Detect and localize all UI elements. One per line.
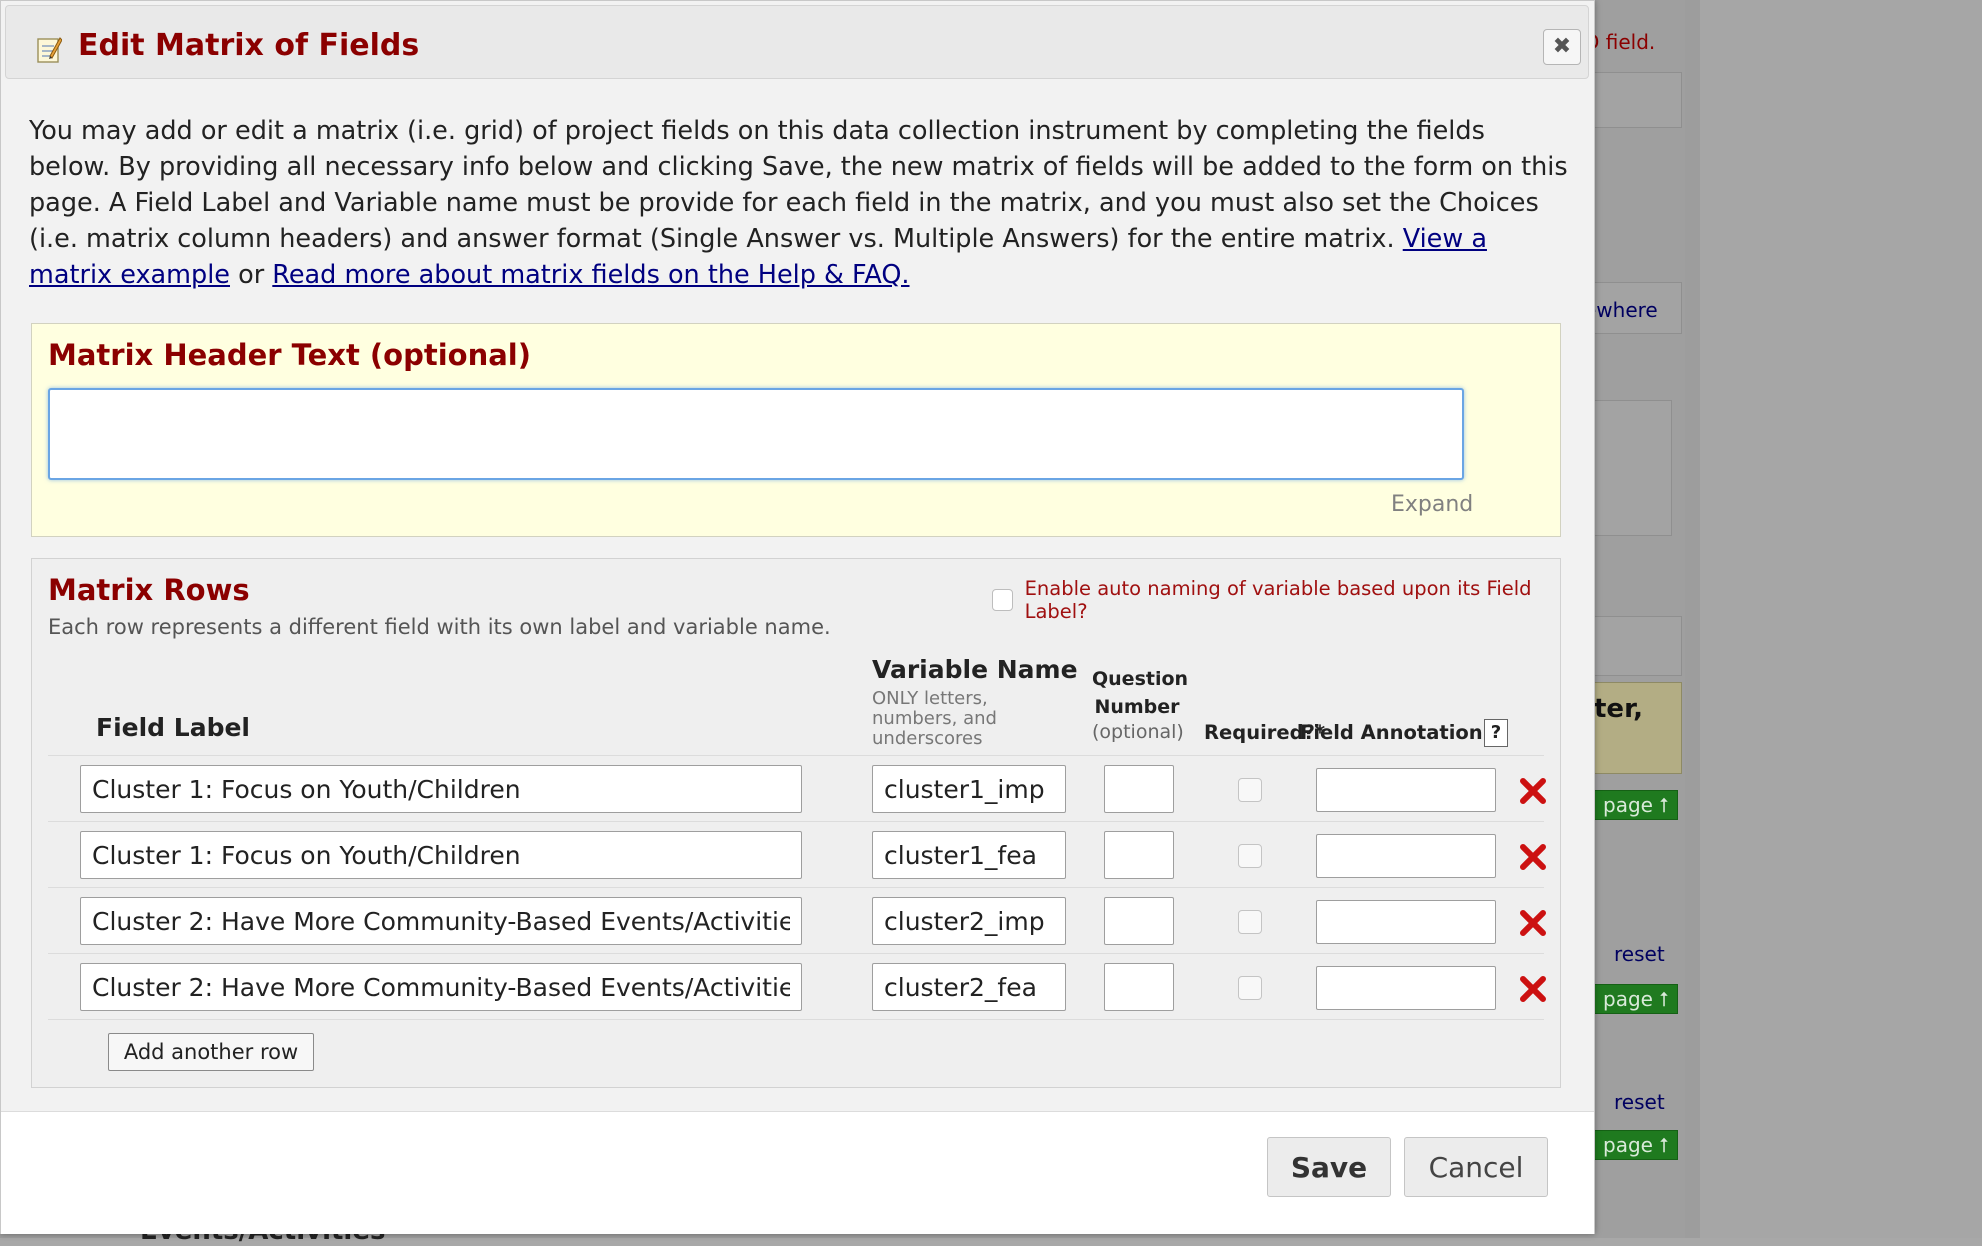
required-checkbox[interactable] — [1238, 778, 1262, 802]
field-label-input[interactable] — [80, 897, 802, 945]
background-page-button[interactable]: page ⭡ — [1594, 984, 1678, 1014]
delete-row-icon[interactable] — [1516, 906, 1550, 940]
field-label-input[interactable] — [80, 831, 802, 879]
field-annotation-input[interactable] — [1316, 768, 1496, 812]
question-number-input[interactable] — [1104, 765, 1174, 813]
help-icon[interactable]: ? — [1484, 719, 1508, 747]
column-header-question-number: Question Number — [1092, 668, 1189, 718]
intro-or: or — [230, 260, 273, 290]
matrix-rows-section: Matrix Rows Each row represents a differ… — [31, 558, 1561, 1088]
background-page-button[interactable]: page ⭡ — [1594, 790, 1678, 820]
auto-naming-checkbox[interactable] — [992, 589, 1013, 611]
background-reset-link[interactable]: reset — [1614, 1090, 1665, 1114]
delete-row-icon[interactable] — [1516, 774, 1550, 808]
matrix-header-input[interactable] — [48, 388, 1464, 480]
matrix-header-section: Matrix Header Text (optional) Expand — [31, 323, 1561, 537]
cancel-button[interactable]: Cancel — [1404, 1137, 1548, 1197]
matrix-row — [48, 755, 1546, 822]
intro-text: You may add or edit a matrix (i.e. grid)… — [29, 113, 1569, 293]
background-text-ter: ter, — [1594, 694, 1643, 724]
matrix-header-title: Matrix Header Text (optional) — [48, 338, 532, 372]
matrix-row — [48, 953, 1546, 1020]
edit-form-icon — [37, 37, 62, 63]
dialog-footer: Save Cancel — [1, 1111, 1594, 1234]
close-button[interactable]: ✖ — [1543, 29, 1581, 65]
column-header-variable-name: Variable Name — [872, 655, 1078, 684]
question-number-input[interactable] — [1104, 831, 1174, 879]
dialog-titlebar: Edit Matrix of Fields ✖ — [5, 5, 1589, 79]
question-number-note: (optional) — [1092, 721, 1184, 743]
required-checkbox[interactable] — [1238, 976, 1262, 1000]
rows-divider — [48, 1019, 1544, 1020]
column-header-field-annotation: Field Annotation — [1300, 721, 1483, 744]
edit-matrix-dialog: Edit Matrix of Fields ✖ You may add or e… — [0, 0, 1595, 1234]
background-reset-link[interactable]: reset — [1614, 942, 1665, 966]
close-icon: ✖ — [1552, 34, 1572, 59]
column-header-field-label: Field Label — [96, 713, 250, 742]
variable-name-input[interactable] — [872, 831, 1066, 879]
matrix-rows-description: Each row represents a different field wi… — [48, 615, 831, 639]
variable-name-input[interactable] — [872, 765, 1066, 813]
delete-row-icon[interactable] — [1516, 972, 1550, 1006]
background-strip — [1700, 0, 1982, 1238]
background-box — [1594, 72, 1682, 128]
variable-name-note: ONLY letters, numbers, and underscores — [872, 688, 997, 749]
variable-name-input[interactable] — [872, 963, 1066, 1011]
variable-name-input[interactable] — [872, 897, 1066, 945]
delete-row-icon[interactable] — [1516, 840, 1550, 874]
expand-link[interactable]: Expand — [1391, 492, 1473, 517]
field-annotation-input[interactable] — [1316, 834, 1496, 878]
auto-naming-label: Enable auto naming of variable based upo… — [1024, 577, 1532, 623]
required-checkbox[interactable] — [1238, 844, 1262, 868]
field-annotation-input[interactable] — [1316, 966, 1496, 1010]
field-annotation-input[interactable] — [1316, 900, 1496, 944]
save-button[interactable]: Save — [1267, 1137, 1391, 1197]
background-link-elsewhere[interactable]: ewhere — [1584, 298, 1658, 322]
dialog-title: Edit Matrix of Fields — [78, 28, 420, 63]
add-another-row-button[interactable]: Add another row — [108, 1033, 314, 1071]
field-label-input[interactable] — [80, 963, 802, 1011]
matrix-row — [48, 887, 1546, 954]
background-page-button[interactable]: page ⭡ — [1594, 1130, 1678, 1160]
background-box — [1594, 616, 1682, 676]
auto-naming-option[interactable]: Enable auto naming of variable based upo… — [992, 577, 1560, 623]
intro-paragraph: You may add or edit a matrix (i.e. grid)… — [29, 116, 1568, 254]
matrix-rows-title: Matrix Rows — [48, 573, 250, 607]
help-faq-link[interactable]: Read more about matrix fields on the Hel… — [272, 260, 909, 290]
field-label-input[interactable] — [80, 765, 802, 813]
question-number-input[interactable] — [1104, 897, 1174, 945]
background-box — [1594, 400, 1672, 536]
matrix-row — [48, 821, 1546, 888]
question-number-input[interactable] — [1104, 963, 1174, 1011]
required-checkbox[interactable] — [1238, 910, 1262, 934]
